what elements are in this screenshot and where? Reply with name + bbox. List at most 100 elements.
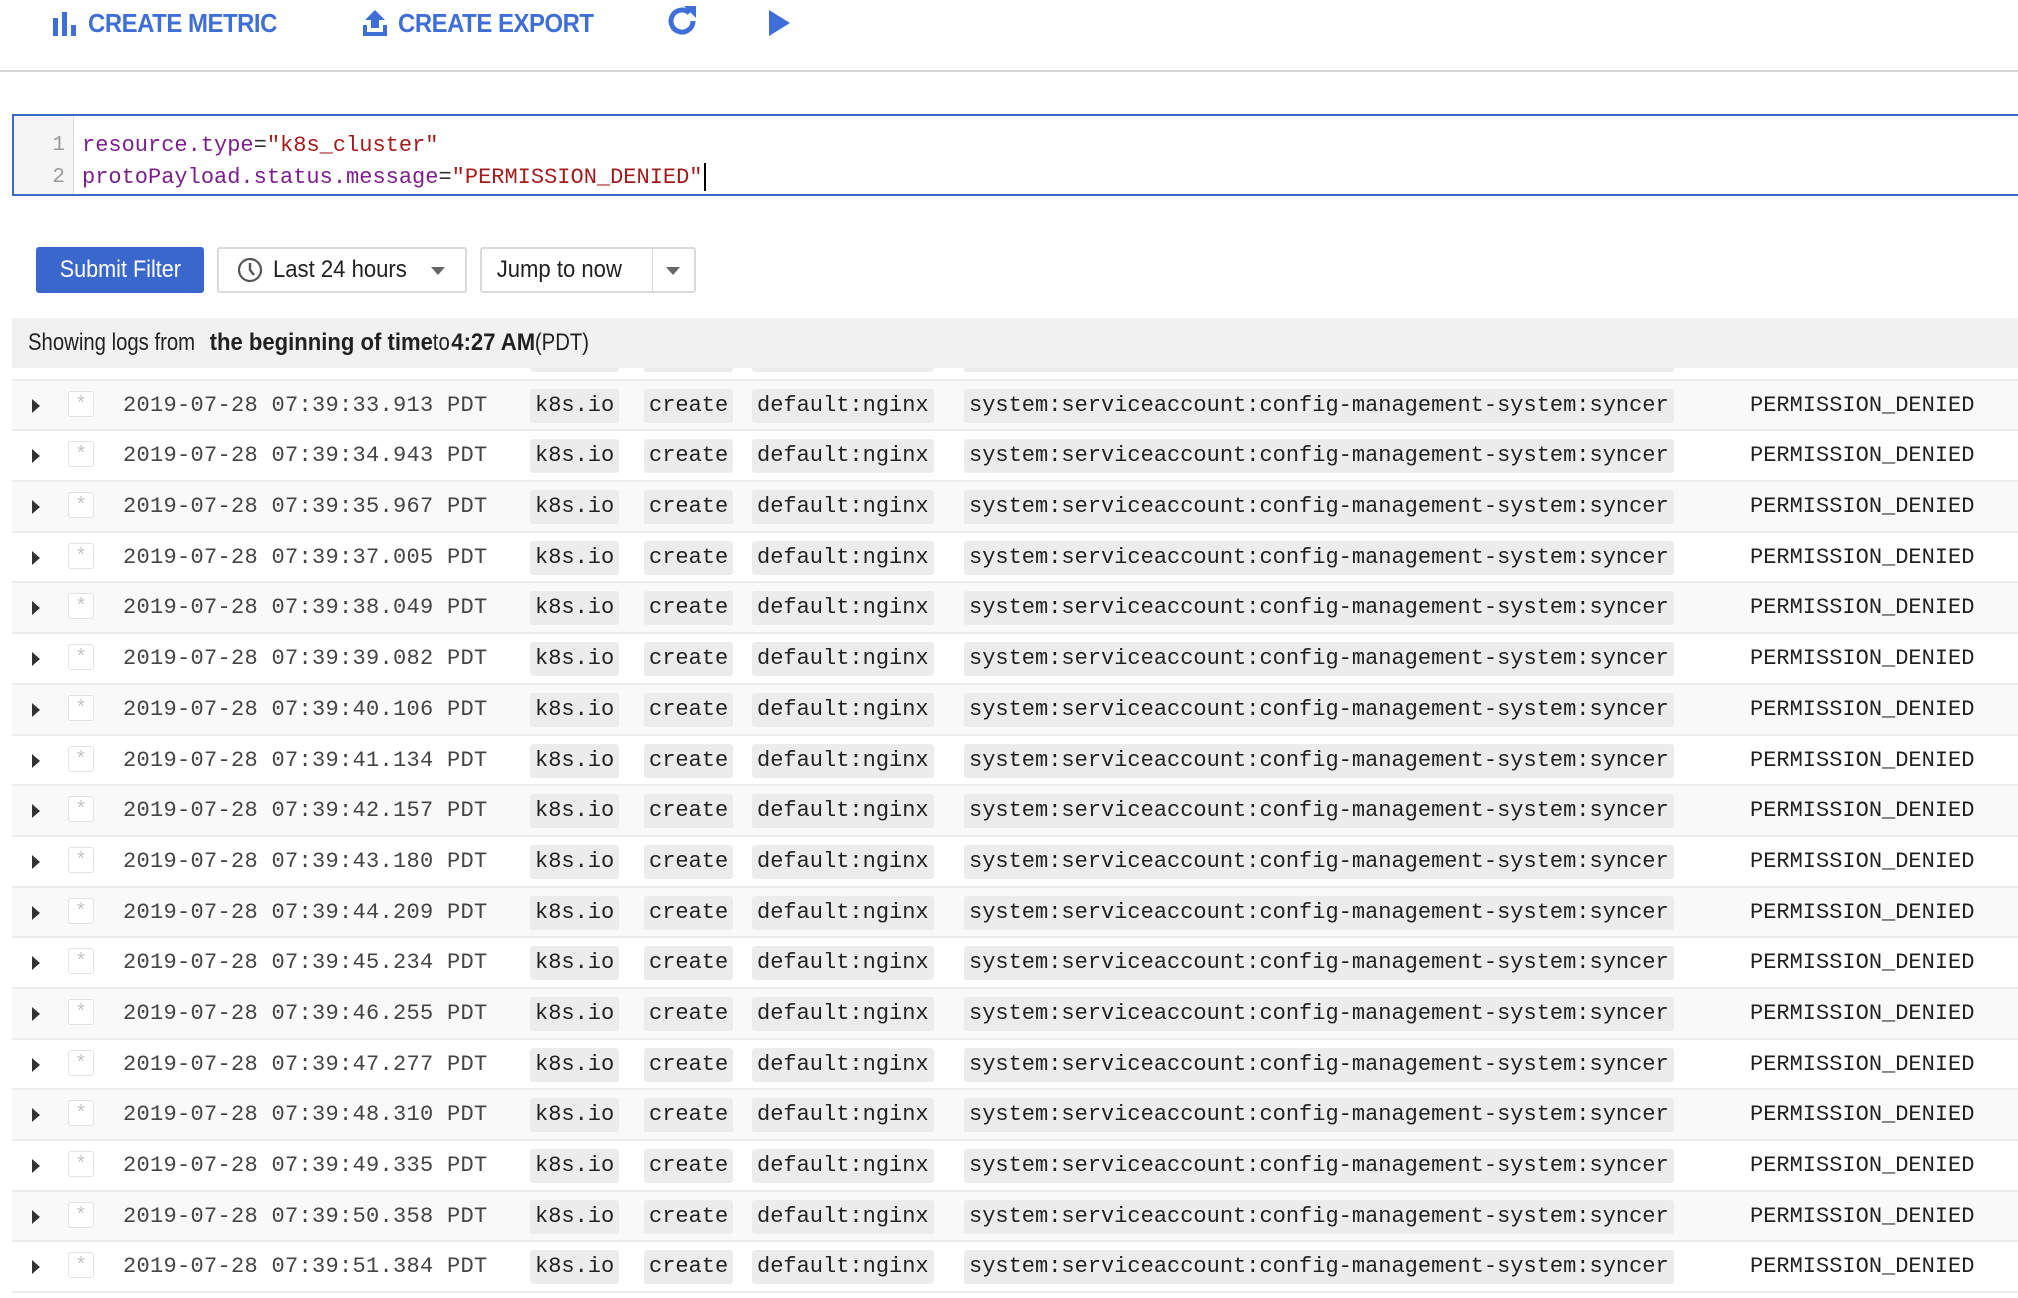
log-entry-row[interactable]: * 2019-07-28 07:39:39.082 PDT k8s.io create… (12, 634, 2018, 685)
method-chip[interactable]: create (644, 388, 734, 423)
resource-chip[interactable]: default:nginx (752, 996, 934, 1031)
principal-chip[interactable]: system:serviceaccount:config-management-… (964, 743, 1674, 778)
create-export-button[interactable]: CREATE EXPORT (362, 6, 611, 40)
filter-line-1[interactable]: resource.type="k8s_cluster" (82, 130, 706, 162)
service-chip[interactable]: k8s.io (530, 1098, 620, 1133)
principal-chip[interactable]: system:serviceaccount:config-management-… (964, 692, 1674, 727)
service-chip[interactable]: k8s.io (530, 439, 620, 474)
resource-chip[interactable]: default:nginx (752, 439, 934, 474)
method-chip[interactable]: create (644, 996, 734, 1031)
log-entry-row[interactable]: * 2019-07-28 07:39:40.106 PDT k8s.io create… (12, 684, 2018, 736)
resource-chip[interactable]: default:nginx (752, 794, 934, 829)
principal-chip[interactable]: system:serviceaccount:config-management-… (964, 1047, 1674, 1082)
resource-chip[interactable]: default:nginx (752, 844, 934, 879)
log-entry-row[interactable]: * 2019-07-28 07:39:47.277 PDT k8s.io create… (12, 1039, 2018, 1091)
resource-chip[interactable]: default:nginx (752, 895, 934, 930)
caret-right-icon[interactable] (32, 601, 40, 616)
principal-chip[interactable]: system:serviceaccount:config-management-… (964, 642, 1674, 677)
caret-right-icon[interactable] (32, 1260, 40, 1275)
time-range-dropdown[interactable]: Last 24 hours (217, 247, 467, 293)
caret-right-icon[interactable] (32, 398, 40, 413)
principal-chip[interactable]: system:serviceaccount:config-management-… (964, 1199, 1674, 1234)
log-entry-row[interactable]: * 2019-07-28 07:39:37.005 PDT k8s.io create… (12, 532, 2018, 584)
principal-chip[interactable]: system:serviceaccount:config-management-… (964, 1250, 1674, 1285)
method-chip[interactable]: create (644, 844, 734, 879)
service-chip[interactable]: k8s.io (530, 388, 620, 423)
resource-chip[interactable]: default:nginx (752, 1250, 934, 1285)
caret-right-icon[interactable] (32, 652, 40, 667)
principal-chip[interactable]: system:serviceaccount:config-management-… (964, 439, 1674, 474)
resource-chip[interactable]: default:nginx (752, 1199, 934, 1234)
method-chip[interactable]: create (644, 743, 734, 778)
service-chip[interactable]: k8s.io (530, 946, 620, 981)
method-chip[interactable]: create (644, 540, 734, 575)
method-chip[interactable]: create (644, 794, 734, 829)
caret-right-icon[interactable] (32, 449, 40, 464)
log-entry-row[interactable]: * 2019-07-28 07:39:51.384 PDT k8s.io create… (12, 1242, 2018, 1294)
filter-line-2[interactable]: protoPayload.status.message="PERMISSION_… (82, 162, 706, 194)
caret-right-icon[interactable] (32, 854, 40, 869)
resource-chip[interactable]: default:nginx (752, 490, 934, 525)
caret-right-icon[interactable] (32, 905, 40, 920)
service-chip[interactable]: k8s.io (530, 642, 620, 677)
method-chip[interactable]: create (644, 1047, 734, 1082)
resource-chip[interactable]: default:nginx (752, 1047, 934, 1082)
log-entry-row[interactable]: * 2019-07-28 07:39:45.234 PDT k8s.io create… (12, 938, 2018, 989)
resource-chip[interactable]: default:nginx (752, 1098, 934, 1133)
caret-right-icon[interactable] (32, 500, 40, 515)
caret-right-icon[interactable] (32, 702, 40, 717)
resource-chip[interactable]: default:nginx (752, 388, 934, 423)
principal-chip[interactable]: system:serviceaccount:config-management-… (964, 946, 1674, 981)
log-entry-row[interactable]: * 2019-07-28 07:39:35.967 PDT k8s.io create… (12, 482, 2018, 533)
caret-right-icon[interactable] (32, 1006, 40, 1021)
log-entry-row[interactable]: * 2019-07-28 07:39:50.358 PDT k8s.io create… (12, 1191, 2018, 1243)
service-chip[interactable]: k8s.io (530, 743, 620, 778)
log-entry-row[interactable]: * 2019-07-28 07:39:46.255 PDT k8s.io create… (12, 988, 2018, 1040)
service-chip[interactable]: k8s.io (530, 895, 620, 930)
method-chip[interactable]: create (644, 1199, 734, 1234)
caret-right-icon[interactable] (32, 1108, 40, 1123)
service-chip[interactable]: k8s.io (530, 490, 620, 525)
filter-editor[interactable]: 1 2 resource.type="k8s_cluster" protoPay… (12, 114, 2018, 196)
refresh-button[interactable] (664, 4, 700, 38)
resource-chip[interactable]: default:nginx (752, 642, 934, 677)
resource-chip[interactable]: default:nginx (752, 743, 934, 778)
service-chip[interactable]: k8s.io (530, 1199, 620, 1234)
log-entry-row[interactable]: * 2019-07-28 07:39:49.335 PDT k8s.io create… (12, 1141, 2018, 1192)
service-chip[interactable]: k8s.io (530, 996, 620, 1031)
jump-to-now-button[interactable]: Jump to now (480, 247, 696, 293)
method-chip[interactable]: create (644, 692, 734, 727)
caret-right-icon[interactable] (32, 550, 40, 565)
principal-chip[interactable]: system:serviceaccount:config-management-… (964, 996, 1674, 1031)
principal-chip[interactable]: system:serviceaccount:config-management-… (964, 591, 1674, 626)
method-chip[interactable]: create (644, 1149, 734, 1183)
resource-chip[interactable]: default:nginx (752, 591, 934, 626)
resource-chip[interactable]: default:nginx (752, 1149, 934, 1183)
method-chip[interactable]: create (644, 895, 734, 930)
method-chip[interactable]: create (644, 1098, 734, 1133)
resource-chip[interactable]: default:nginx (752, 946, 934, 981)
principal-chip[interactable]: system:serviceaccount:config-management-… (964, 540, 1674, 575)
caret-right-icon[interactable] (32, 1057, 40, 1072)
method-chip[interactable]: create (644, 642, 734, 677)
resource-chip[interactable]: default:nginx (752, 540, 934, 575)
caret-right-icon[interactable] (32, 753, 40, 768)
principal-chip[interactable]: system:serviceaccount:config-management-… (964, 1149, 1674, 1183)
caret-right-icon[interactable] (32, 956, 40, 971)
service-chip[interactable]: k8s.io (530, 844, 620, 879)
method-chip[interactable]: create (644, 439, 734, 474)
service-chip[interactable]: k8s.io (530, 1149, 620, 1183)
service-chip[interactable]: k8s.io (530, 1047, 620, 1082)
create-metric-button[interactable]: CREATE METRIC (52, 6, 293, 40)
caret-right-icon[interactable] (32, 1209, 40, 1224)
resource-chip[interactable]: default:nginx (752, 692, 934, 727)
principal-chip[interactable]: system:serviceaccount:config-management-… (964, 1098, 1674, 1133)
submit-filter-button[interactable]: Submit Filter (36, 247, 204, 293)
service-chip[interactable]: k8s.io (530, 794, 620, 829)
log-entry-row[interactable]: * 2019-07-28 07:39:42.157 PDT k8s.io create… (12, 786, 2018, 837)
method-chip[interactable]: create (644, 490, 734, 525)
principal-chip[interactable]: system:serviceaccount:config-management-… (964, 844, 1674, 879)
principal-chip[interactable]: system:serviceaccount:config-management-… (964, 490, 1674, 525)
log-entry-row[interactable]: * 2019-07-28 07:39:48.310 PDT k8s.io create… (12, 1090, 2018, 1141)
log-entry-row[interactable]: * 2019-07-28 07:39:41.134 PDT k8s.io create… (12, 735, 2018, 787)
